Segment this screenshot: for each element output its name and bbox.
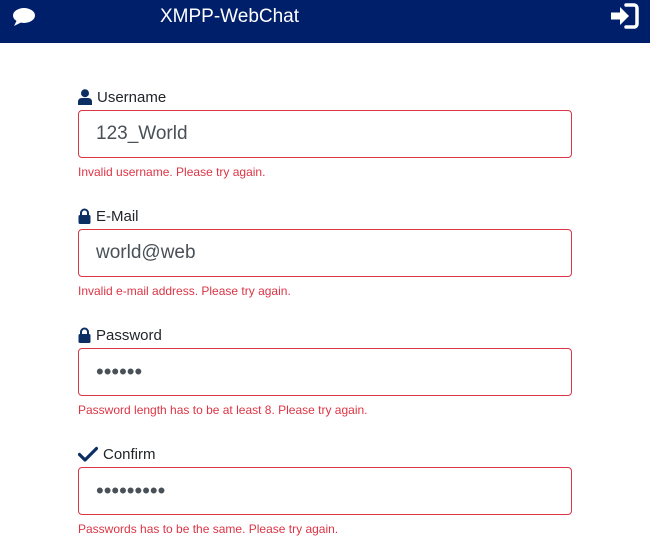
lock-icon [78,327,91,343]
navbar: XMPP-WebChat [0,0,650,43]
username-input[interactable] [78,110,572,158]
password-input[interactable] [78,348,572,396]
confirm-input[interactable] [78,467,572,515]
email-input[interactable] [78,229,572,277]
email-label: E-Mail [96,207,139,225]
app-title: XMPP-WebChat [160,6,300,27]
user-icon [78,89,92,105]
username-label: Username [97,88,167,106]
email-error: Invalid e-mail address. Please try again… [78,284,291,298]
confirm-label-row: Confirm [78,444,156,464]
checkmark-icon [78,446,98,462]
username-label-row: Username [78,87,166,107]
password-label: Password [96,326,162,344]
confirm-label: Confirm [103,445,156,463]
username-error: Invalid username. Please try again. [78,165,266,179]
password-error: Password length has to be at least 8. Pl… [78,403,368,417]
email-label-row: E-Mail [78,206,139,226]
password-label-row: Password [78,325,162,345]
chat-bubble-icon[interactable] [12,7,36,27]
sign-in-icon[interactable] [608,2,640,30]
lock-icon [78,208,91,224]
confirm-error: Passwords has to be the same. Please try… [78,522,339,536]
